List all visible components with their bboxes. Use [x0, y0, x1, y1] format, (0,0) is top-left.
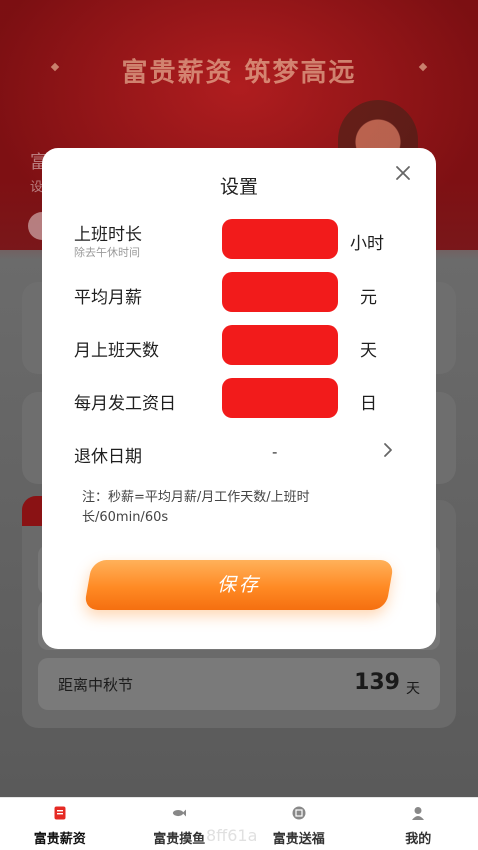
monthly-salary-label: 平均月薪 — [74, 288, 142, 308]
work-hours-label: 上班时长 — [74, 225, 142, 245]
save-button[interactable] — [83, 560, 395, 610]
formula-note: 注：秒薪=平均月薪/月工作天数/上班时长/60min/60s — [82, 490, 310, 525]
work-hours-hint: 除去午休时间 — [74, 246, 140, 259]
close-button[interactable] — [392, 162, 414, 184]
work-hours-unit: 小时 — [350, 234, 384, 254]
work-hours-input[interactable] — [222, 219, 338, 259]
work-days-unit: 天 — [360, 341, 377, 361]
retire-date-label[interactable]: 退休日期 — [74, 442, 142, 467]
work-days-label: 月上班天数 — [74, 341, 159, 361]
work-days-input[interactable] — [222, 325, 338, 365]
monthly-salary-unit: 元 — [360, 288, 377, 308]
payday-unit: 日 — [360, 394, 377, 414]
close-icon — [396, 166, 410, 180]
chevron-right-icon[interactable] — [382, 442, 394, 458]
payday-label: 每月发工资日 — [74, 394, 176, 414]
settings-dialog: 设置 上班时长 除去午休时间 小时 平均月薪 元 月上班天数 天 每月发工资日 … — [42, 148, 436, 649]
dialog-title: 设置 — [219, 176, 258, 198]
retire-date-value[interactable]: - — [272, 443, 277, 461]
payday-input[interactable] — [222, 378, 338, 418]
monthly-salary-input[interactable] — [222, 272, 338, 312]
